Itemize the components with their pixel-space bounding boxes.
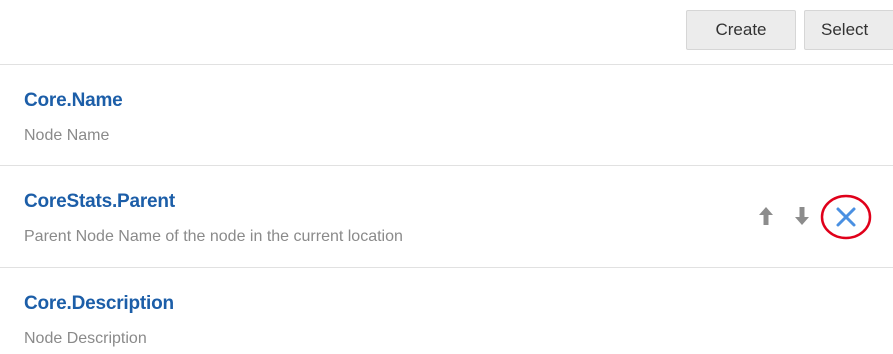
list-item[interactable]: CoreStats.Parent Parent Node Name of the… <box>0 166 893 267</box>
list-item[interactable]: Core.Description Node Description <box>0 268 893 354</box>
toolbar: Create Select <box>0 0 893 64</box>
close-icon <box>836 207 856 227</box>
attribute-name: CoreStats.Parent <box>24 191 175 212</box>
attribute-name: Core.Description <box>24 293 174 314</box>
attribute-description: Node Name <box>24 127 110 144</box>
move-up-icon[interactable] <box>756 204 776 228</box>
list-item[interactable]: Core.Name Node Name <box>0 65 893 165</box>
remove-button[interactable] <box>818 192 874 242</box>
select-button[interactable]: Select <box>804 10 893 50</box>
create-button[interactable]: Create <box>686 10 796 50</box>
attribute-name: Core.Name <box>24 90 123 111</box>
move-down-icon[interactable] <box>792 204 812 228</box>
attribute-description: Node Description <box>24 330 147 347</box>
attribute-description: Parent Node Name of the node in the curr… <box>24 228 403 245</box>
